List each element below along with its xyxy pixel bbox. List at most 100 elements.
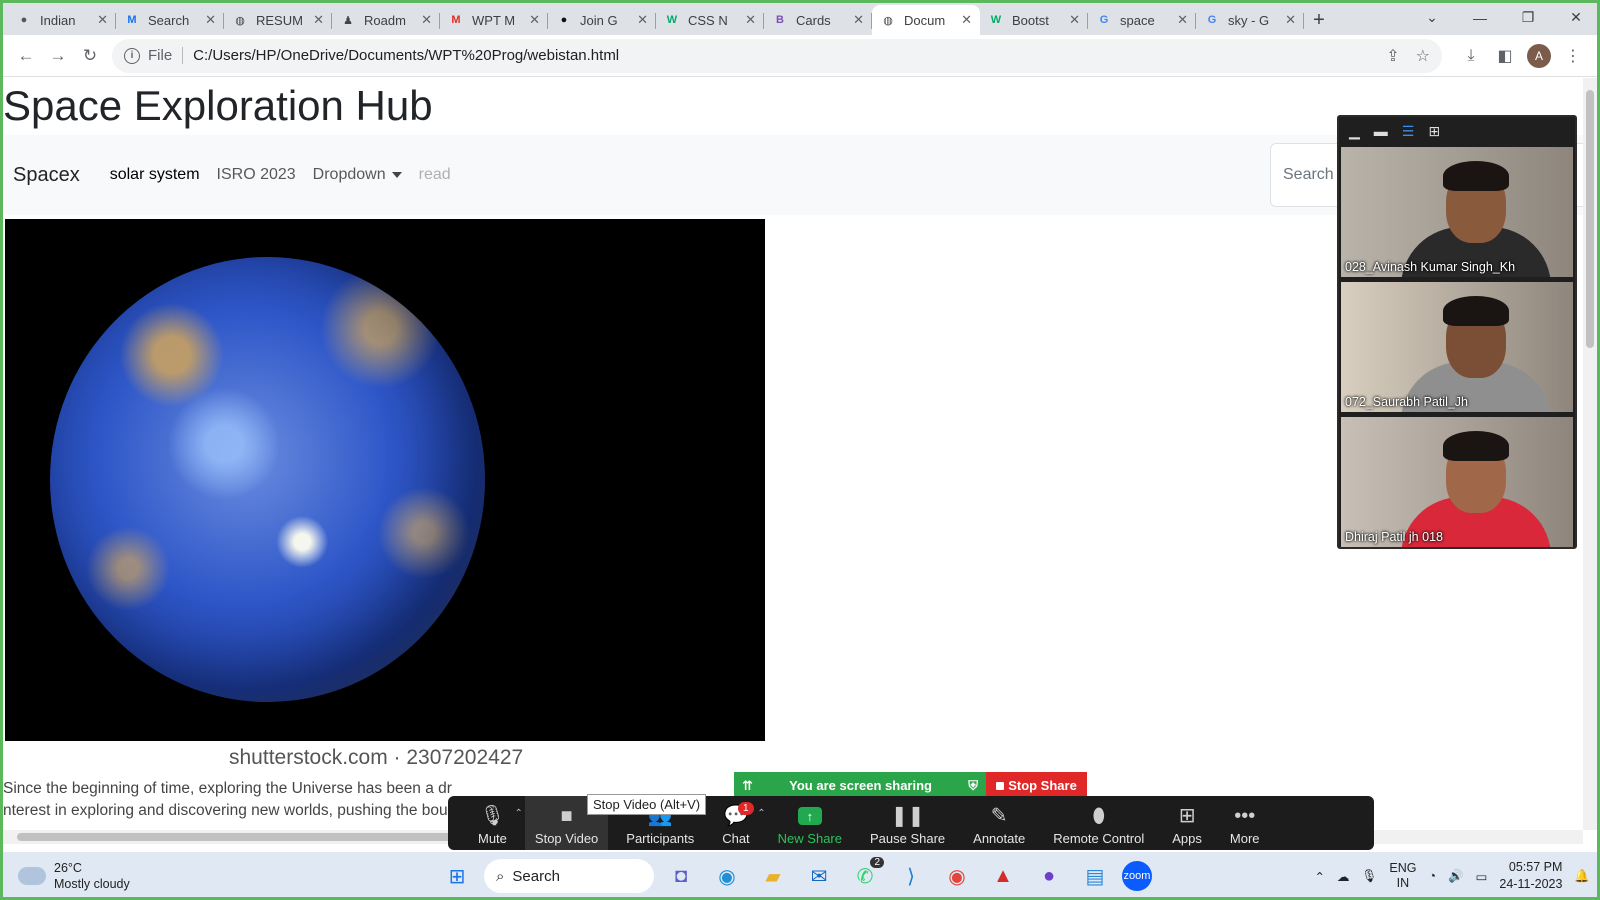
address-bar[interactable]: i File C:/Users/HP/OneDrive/Documents/WP…	[112, 38, 1442, 73]
wifi-icon[interactable]: ◔	[1428, 869, 1436, 883]
chevron-up-icon[interactable]: ⌃	[515, 808, 523, 819]
participant-hair	[1443, 161, 1509, 191]
gmail-icon: M	[451, 14, 461, 26]
tab-close-icon[interactable]: ✕	[853, 12, 864, 28]
vertical-scrollbar[interactable]	[1583, 78, 1597, 830]
share-page-icon[interactable]: ⇪	[1386, 46, 1399, 66]
chevron-up-icon[interactable]: ⌃	[757, 808, 765, 819]
browser-tab[interactable]: ● Indian ✕	[8, 5, 116, 35]
download-icon[interactable]: ⤓	[1454, 40, 1488, 72]
participant-video-tile[interactable]: 072_Saurabh Patil_Jh	[1341, 282, 1573, 412]
browser-tab[interactable]: M Search ✕	[116, 5, 224, 35]
weather-widget[interactable]: 26°C Mostly cloudy	[14, 860, 168, 892]
mail-icon[interactable]: ✉	[800, 857, 838, 895]
browser-tab[interactable]: ● Join G ✕	[548, 5, 656, 35]
taskbar-clock[interactable]: 05:57 PM 24-11-2023	[1499, 859, 1562, 893]
tab-close-icon[interactable]: ✕	[421, 12, 432, 28]
site-info-icon[interactable]: i	[124, 47, 140, 64]
minimize-icon[interactable]: —	[1456, 0, 1504, 35]
tab-close-icon[interactable]: ✕	[1177, 12, 1188, 28]
tab-close-icon[interactable]: ✕	[637, 12, 648, 28]
reload-icon[interactable]: ↻	[74, 40, 106, 72]
zoom-icon[interactable]: zoom	[1122, 861, 1152, 891]
language-indicator[interactable]: ENG IN	[1389, 861, 1416, 891]
chrome-icon[interactable]: ◉	[938, 857, 976, 895]
tab-close-icon[interactable]: ✕	[97, 12, 108, 28]
apps-button[interactable]: ⊞ Apps	[1162, 796, 1212, 850]
browser-tab[interactable]: Gspace ✕	[1088, 5, 1196, 35]
toolbar-label: Mute	[478, 831, 507, 846]
microphone-icon: 🎙	[479, 805, 506, 827]
share-indicator-icon: ⇈	[742, 777, 753, 793]
browser-tab[interactable]: M WPT M ✕	[440, 5, 548, 35]
gallery-view-icon[interactable]: ⊞	[1428, 123, 1440, 140]
tab-close-icon[interactable]: ✕	[313, 12, 324, 28]
notepad-icon[interactable]: ▤	[1076, 857, 1114, 895]
w3schools-icon: W	[990, 14, 1002, 26]
restore-icon[interactable]: ❐	[1504, 0, 1552, 35]
side-panel-icon[interactable]: ◧	[1488, 40, 1522, 72]
nav-link-dropdown[interactable]: Dropdown	[313, 166, 402, 184]
forward-icon[interactable]: →	[42, 40, 74, 72]
w3schools-icon: W	[666, 14, 678, 26]
browser-tab[interactable]: W CSS N ✕	[656, 5, 764, 35]
browser-tab[interactable]: B Cards ✕	[764, 5, 872, 35]
tab-close-icon[interactable]: ✕	[961, 12, 972, 28]
new-tab-button[interactable]: +	[1304, 5, 1334, 35]
tab-search-icon[interactable]: ⌄	[1408, 0, 1456, 35]
bookmark-star-icon[interactable]: ☆	[1416, 46, 1430, 66]
stop-share-button[interactable]: Stop Share	[986, 772, 1087, 799]
new-share-button[interactable]: ↑ New Share	[768, 796, 852, 850]
tab-close-icon[interactable]: ✕	[1069, 12, 1080, 28]
nav-link-solar-system[interactable]: solar system	[110, 166, 200, 184]
browser-tab[interactable]: ◍ RESUM ✕	[224, 5, 332, 35]
more-button[interactable]: ••• More	[1220, 796, 1270, 850]
file-explorer-icon[interactable]: ▰	[754, 857, 792, 895]
whatsapp-icon[interactable]: ✆ 2	[846, 857, 884, 895]
url-text[interactable]: C:/Users/HP/OneDrive/Documents/WPT%20Pro…	[193, 47, 619, 64]
nav-link-label: Dropdown	[312, 166, 386, 183]
annotate-button[interactable]: ✎ Annotate	[963, 796, 1035, 850]
volume-icon[interactable]: 🔊	[1448, 869, 1464, 884]
github-desktop-icon[interactable]: ●	[1030, 857, 1068, 895]
taskbar-search-box[interactable]: ⌕ Search	[484, 859, 654, 893]
edge-icon[interactable]: ◉	[708, 857, 746, 895]
mute-button[interactable]: 🎙 Mute ⌃	[468, 796, 523, 850]
browser-tab[interactable]: W Bootst ✕	[980, 5, 1088, 35]
hide-video-icon[interactable]: ▬	[1374, 123, 1388, 139]
scrollbar-thumb[interactable]	[1586, 90, 1594, 348]
tab-label: Indian	[40, 12, 76, 28]
participant-video-tile[interactable]: 028_Avinash Kumar Singh_Kh	[1341, 147, 1573, 277]
close-window-icon[interactable]: ✕	[1552, 0, 1600, 35]
system-tray: ⌃ ☁ 🎙 ENG IN ◔ 🔊 ▭ 05:57 PM 24-11-2023 🔔	[1315, 852, 1591, 900]
speaker-view-icon[interactable]: ☰	[1402, 123, 1415, 140]
tray-overflow-icon[interactable]: ⌃	[1315, 869, 1325, 884]
weather-description: Mostly cloudy	[54, 877, 130, 891]
navbar-brand[interactable]: Spacex	[13, 164, 80, 187]
participant-video-tile[interactable]: Dhiraj Patil jh 018	[1341, 417, 1573, 547]
windows-start-icon[interactable]: ⊞	[438, 857, 476, 895]
chat-button[interactable]: 💬 Chat 1 ⌃	[712, 796, 766, 850]
pause-share-button[interactable]: ❚❚ Pause Share	[860, 796, 955, 850]
acrobat-icon[interactable]: ▲	[984, 857, 1022, 895]
tab-close-icon[interactable]: ✕	[745, 12, 756, 28]
browser-tab[interactable]: Gsky - G ✕	[1196, 5, 1304, 35]
remote-control-button[interactable]: ⬮ Remote Control	[1043, 796, 1154, 850]
tab-close-icon[interactable]: ✕	[1285, 12, 1296, 28]
browser-tab[interactable]: ♟ Roadm ✕	[332, 5, 440, 35]
battery-icon[interactable]: ▭	[1476, 869, 1488, 884]
tray-microphone-icon[interactable]: 🎙	[1361, 869, 1377, 884]
back-icon[interactable]: ←	[10, 40, 42, 72]
browser-tab[interactable]: ◍ Docum ✕	[872, 5, 980, 35]
nav-link-isro-2023[interactable]: ISRO 2023	[217, 166, 296, 184]
vscode-icon[interactable]: ⟩	[892, 857, 930, 895]
teams-chat-icon[interactable]: ◘	[662, 857, 700, 895]
notification-bell-icon[interactable]: 🔔	[1574, 869, 1590, 884]
roadmap-icon: ♟	[343, 14, 353, 27]
tab-close-icon[interactable]: ✕	[205, 12, 216, 28]
tab-close-icon[interactable]: ✕	[529, 12, 540, 28]
onedrive-cloud-icon[interactable]: ☁	[1337, 869, 1350, 884]
minimize-panel-icon[interactable]: ▁	[1349, 123, 1360, 140]
profile-avatar[interactable]: A	[1527, 43, 1551, 68]
browser-menu-icon[interactable]: ⋮	[1556, 40, 1590, 72]
